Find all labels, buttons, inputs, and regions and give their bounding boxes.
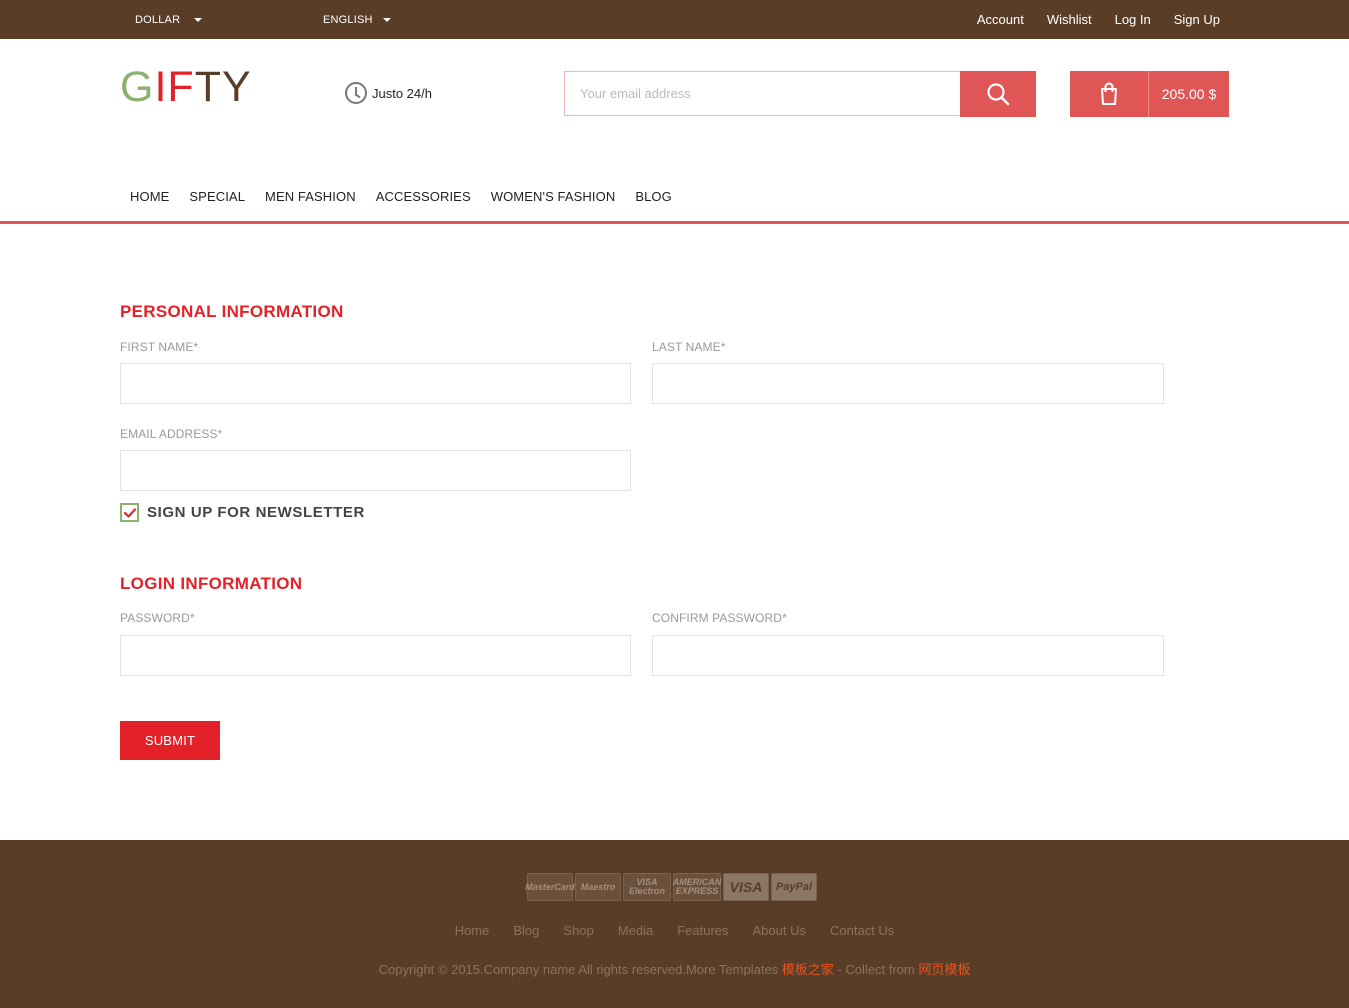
email-input[interactable] xyxy=(121,451,630,490)
email-label: EMAIL ADDRESS* xyxy=(120,427,223,441)
footer-link-shop[interactable]: Shop xyxy=(563,923,593,938)
confirm-password-label: CONFIRM PASSWORD* xyxy=(652,611,787,625)
newsletter-label: SIGN UP FOR NEWSLETTER xyxy=(147,504,365,521)
password-label: PASSWORD* xyxy=(120,611,195,625)
nav-item-accessories[interactable]: ACCESSORIES xyxy=(366,186,481,208)
checkbox[interactable] xyxy=(120,503,139,522)
logo-letter-i: I xyxy=(154,63,168,111)
nav-item-special[interactable]: SPECIAL xyxy=(179,186,255,208)
footer: MasterCard Maestro VISA Electron AMERICA… xyxy=(0,840,1349,1008)
footer-link-contact-us[interactable]: Contact Us xyxy=(830,923,894,938)
submit-button[interactable]: SUBMIT xyxy=(120,721,220,760)
copyright-link-web-templates[interactable]: 网页模板 xyxy=(918,962,970,977)
wishlist-link[interactable]: Wishlist xyxy=(1047,12,1092,27)
language-dropdown[interactable]: ENGLISH xyxy=(323,0,391,39)
last-name-field xyxy=(652,363,1164,404)
maestro-icon: Maestro xyxy=(575,873,621,901)
visa-icon: VISA xyxy=(723,873,769,901)
main-nav: HOME SPECIAL MEN FASHION ACCESSORIES WOM… xyxy=(120,186,682,208)
currency-label: DOLLAR xyxy=(135,13,181,26)
language-label: ENGLISH xyxy=(323,13,373,26)
cart-button[interactable]: 205.00 $ xyxy=(1070,71,1229,117)
confirm-password-field xyxy=(652,635,1164,676)
account-links: Account Wishlist Log In Sign Up xyxy=(977,0,1220,39)
nav-divider xyxy=(0,221,1349,224)
top-bar: DOLLAR ENGLISH Account Wishlist Log In S… xyxy=(0,0,1349,39)
newsletter-checkbox[interactable]: SIGN UP FOR NEWSLETTER xyxy=(120,503,365,522)
nav-item-home[interactable]: HOME xyxy=(120,186,179,208)
login-info-title: LOGIN INFORMATION xyxy=(120,574,303,593)
caret-down-icon xyxy=(194,17,203,22)
confirm-password-input[interactable] xyxy=(653,636,1163,675)
visa-electron-icon: VISA Electron xyxy=(623,873,671,901)
first-name-field xyxy=(120,363,631,404)
hours-text: Justo 24/h xyxy=(372,85,432,101)
footer-link-features[interactable]: Features xyxy=(677,923,728,938)
nav-item-men-fashion[interactable]: MEN FASHION xyxy=(255,186,366,208)
logo[interactable]: GIFTY xyxy=(120,66,252,109)
password-input[interactable] xyxy=(121,636,630,675)
american-express-icon: AMERICAN EXPRESS xyxy=(673,873,721,901)
nav-item-womens-fashion[interactable]: WOMEN'S FASHION xyxy=(481,186,626,208)
mastercard-icon: MasterCard xyxy=(525,873,575,901)
footer-link-home[interactable]: Home xyxy=(455,923,490,938)
copyright-link-templates[interactable]: 模板之家 xyxy=(782,962,834,977)
nav-item-blog[interactable]: BLOG xyxy=(625,186,682,208)
footer-link-about-us[interactable]: About Us xyxy=(753,923,806,938)
currency-dropdown[interactable]: DOLLAR xyxy=(135,0,203,39)
checkmark-icon xyxy=(123,507,136,518)
copyright-text: Copyright © 2015.Company name All rights… xyxy=(378,962,782,977)
search-icon xyxy=(987,83,1010,106)
personal-info-title: PERSONAL INFORMATION xyxy=(120,302,344,321)
first-name-label: FIRST NAME* xyxy=(120,340,199,354)
caret-down-icon xyxy=(382,17,391,22)
footer-links: Home Blog Shop Media Features About Us C… xyxy=(0,923,1349,938)
logo-letter-f: F xyxy=(167,63,195,111)
shopping-bag-icon xyxy=(1070,71,1149,117)
password-field xyxy=(120,635,631,676)
email-field xyxy=(120,450,631,491)
search-bar xyxy=(564,71,1036,117)
cart-total: 205.00 $ xyxy=(1161,86,1217,102)
opening-hours: Justo 24/h xyxy=(345,82,432,104)
last-name-input[interactable] xyxy=(653,364,1163,403)
payment-methods: MasterCard Maestro VISA Electron AMERICA… xyxy=(525,873,819,901)
footer-link-blog[interactable]: Blog xyxy=(513,923,539,938)
footer-link-media[interactable]: Media xyxy=(618,923,653,938)
signup-link[interactable]: Sign Up xyxy=(1174,12,1220,27)
last-name-label: LAST NAME* xyxy=(652,340,726,354)
logo-letters-ty: TY xyxy=(194,63,252,111)
login-link[interactable]: Log In xyxy=(1115,12,1151,27)
paypal-icon: PayPal xyxy=(771,873,817,901)
search-input[interactable] xyxy=(564,71,960,116)
account-link[interactable]: Account xyxy=(977,12,1024,27)
search-button[interactable] xyxy=(960,71,1036,117)
first-name-input[interactable] xyxy=(121,364,630,403)
copyright: Copyright © 2015.Company name All rights… xyxy=(0,959,1349,978)
clock-icon xyxy=(345,82,367,104)
copyright-mid-text: - Collect from xyxy=(833,962,919,977)
logo-letter-g: G xyxy=(120,63,155,111)
